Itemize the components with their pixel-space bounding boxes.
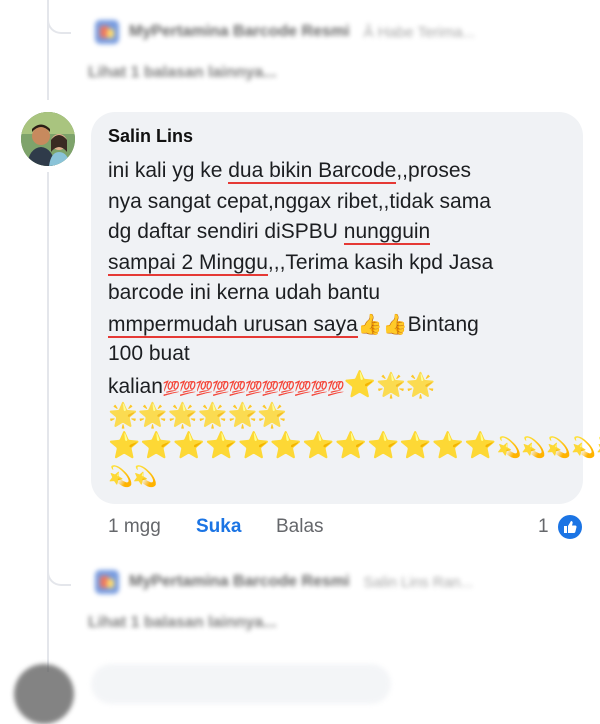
top-reply-row[interactable]: MyPertamina Barcode Resmi Â Habe Terima.… (95, 20, 475, 44)
comment-line: dg daftar sendiri diSPBU nungguin (108, 217, 578, 248)
comment-text-segment: ,,proses (396, 159, 472, 182)
next-comment-bubble[interactable] (91, 664, 391, 704)
thread-connector-bottom (47, 562, 71, 586)
underlined-text: nungguin (343, 220, 431, 245)
like-icon[interactable] (556, 513, 584, 541)
page-logo-icon (95, 570, 119, 594)
glowing-star-icon: 🌟🌟 (376, 370, 436, 399)
comment-line: ini kali yg ke dua bikin Barcode,,proses (108, 156, 578, 187)
comment-time[interactable]: 1 mgg (108, 516, 196, 538)
comment-actions: 1 mgg Suka Balas (108, 516, 336, 538)
hundred-points-icon: 💯💯💯💯💯💯💯💯💯💯💯 (162, 380, 345, 397)
comment-line: barcode ini kerna udah bantu (108, 278, 578, 309)
underlined-text: sampai 2 Minggu (108, 250, 268, 276)
underlined-text: mmpermudah urusan saya (108, 312, 358, 338)
comment-line: mmpermudah urusan saya👍👍Bintang (108, 309, 578, 340)
dizzy-icon: 💫💫 (108, 464, 158, 488)
bottom-reply-row[interactable]: MyPertamina Barcode Resmi Salin Lins Ran… (95, 570, 473, 594)
comment-text-segment: barcode ini kerna udah bantu (108, 281, 381, 304)
thread-connector-top (47, 10, 71, 34)
star-icon: ⭐⭐⭐⭐⭐⭐⭐⭐⭐⭐⭐⭐ (108, 430, 497, 461)
top-more-replies-link[interactable]: Lihat 1 balasan lainnya... (88, 64, 277, 82)
comment-line: kalian💯💯💯💯💯💯💯💯💯💯💯⭐🌟🌟 (108, 370, 578, 401)
glowing-star-icon: 🌟🌟🌟🌟🌟🌟 (108, 401, 288, 429)
next-comment-avatar[interactable] (14, 664, 74, 724)
dizzy-icon: 💫💫💫💫💫 (496, 434, 600, 459)
comment-text-segment: 100 buat (108, 342, 190, 365)
comment-line: sampai 2 Minggu,,,Terima kasih kpd Jasa (108, 248, 578, 279)
comment-text-segment: Bintang (407, 312, 479, 336)
comment-text-segment: nya sangat cepat,nggax ribet,,tidak sama (108, 189, 491, 213)
comment-text-segment: ,,,Terima kasih kpd Jasa (267, 250, 494, 274)
comment-line: 🌟🌟🌟🌟🌟🌟 (108, 400, 578, 431)
bottom-reply-page-name[interactable]: MyPertamina Barcode Resmi (129, 573, 350, 591)
comment-line: 100 buat (108, 339, 578, 370)
star-icon: ⭐ (343, 369, 376, 400)
reaction-count[interactable]: 1 (538, 516, 549, 538)
comment-line: ⭐⭐⭐⭐⭐⭐⭐⭐⭐⭐⭐⭐💫💫💫💫💫 (108, 430, 600, 462)
thumbs-up-icon: 👍👍 (357, 311, 408, 336)
page-logo-icon (95, 20, 119, 44)
bottom-reply-snippet: Salin Lins Ran... (363, 573, 473, 591)
top-reply-snippet: Â Habe Terima... (363, 23, 475, 41)
thumbs-up-icon (564, 521, 577, 533)
comment-line: nya sangat cepat,nggax ribet,,tidak sama (108, 187, 578, 218)
comment-line: 💫💫 (108, 461, 578, 492)
underlined-text: dua bikin Barcode (228, 159, 397, 184)
comment-author[interactable]: Salin Lins (108, 126, 193, 147)
bottom-more-replies-link[interactable]: Lihat 1 balasan lainnya... (88, 614, 277, 632)
comment-text-segment: dg daftar sendiri diSPBU (108, 220, 344, 243)
comment-text: ini kali yg ke dua bikin Barcode,,proses… (108, 156, 600, 492)
reply-button[interactable]: Balas (276, 516, 336, 538)
like-button[interactable]: Suka (196, 516, 276, 538)
comment-bubble[interactable]: Salin Lins ini kali yg ke dua bikin Barc… (91, 112, 600, 504)
avatar[interactable] (21, 112, 75, 166)
avatar-photo-icon (21, 112, 75, 166)
top-reply-page-name[interactable]: MyPertamina Barcode Resmi (129, 23, 350, 41)
comment-text-segment: ini kali yg ke (108, 159, 229, 182)
comment-text-segment: kalian (108, 374, 163, 398)
thread-line-middle (47, 172, 49, 672)
